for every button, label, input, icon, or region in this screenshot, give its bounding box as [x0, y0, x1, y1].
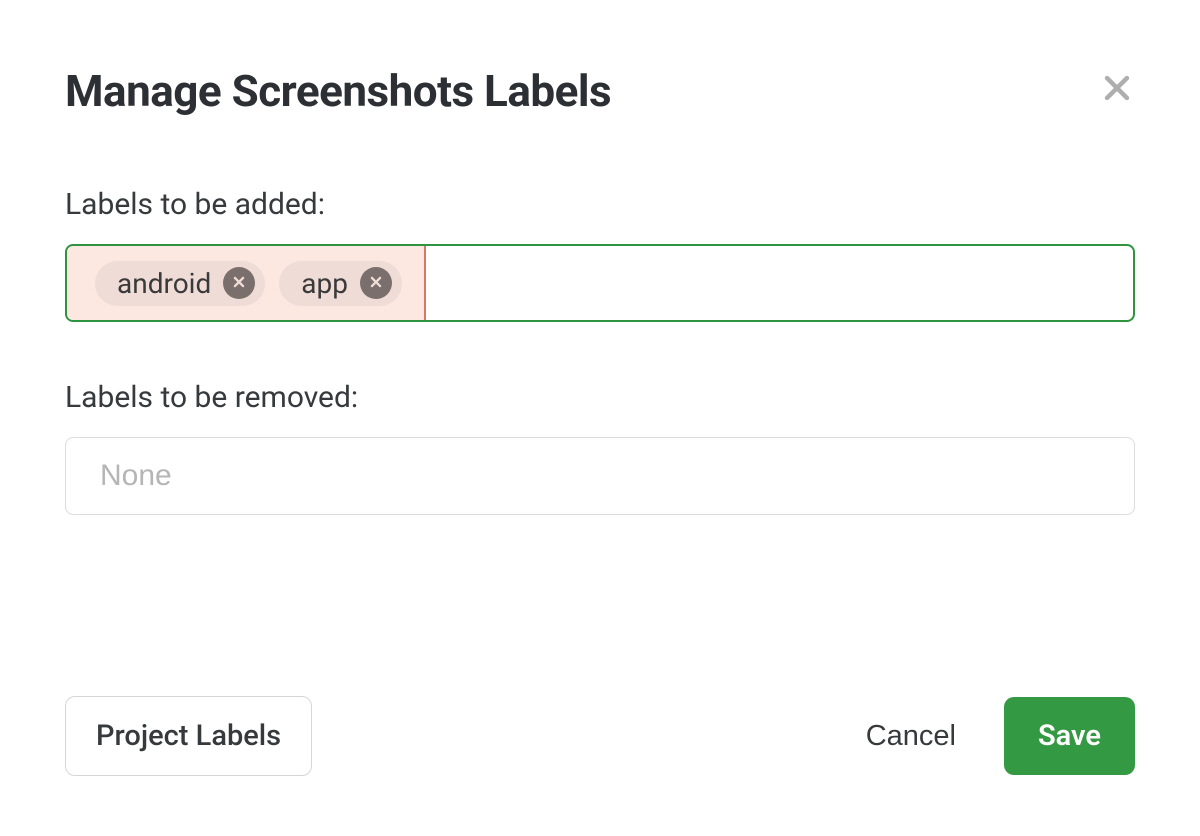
tag-pills-container: android app — [67, 246, 426, 320]
close-button[interactable] — [1099, 71, 1135, 107]
remove-labels-label: Labels to be removed: — [65, 380, 1135, 415]
tag-pill-label: android — [117, 267, 211, 300]
remove-tag-android-button[interactable] — [223, 267, 255, 299]
cancel-button[interactable]: Cancel — [862, 710, 960, 763]
dialog-header: Manage Screenshots Labels — [65, 65, 1135, 117]
tag-pill-android: android — [95, 261, 265, 306]
remove-labels-input[interactable] — [65, 437, 1135, 515]
close-icon — [232, 275, 246, 292]
add-labels-text-input[interactable] — [426, 246, 1133, 320]
save-button[interactable]: Save — [1004, 697, 1135, 775]
tag-pill-label: app — [301, 267, 348, 300]
remove-tag-app-button[interactable] — [360, 267, 392, 299]
dialog-footer: Project Labels Cancel Save — [65, 696, 1135, 776]
project-labels-button[interactable]: Project Labels — [65, 696, 312, 776]
add-labels-input[interactable]: android app — [65, 244, 1135, 322]
dialog-title: Manage Screenshots Labels — [65, 65, 611, 117]
close-icon — [369, 275, 383, 292]
manage-labels-dialog: Manage Screenshots Labels Labels to be a… — [0, 0, 1200, 836]
add-labels-label: Labels to be added: — [65, 187, 1135, 222]
close-icon — [1100, 71, 1134, 108]
tag-pill-app: app — [279, 261, 402, 306]
